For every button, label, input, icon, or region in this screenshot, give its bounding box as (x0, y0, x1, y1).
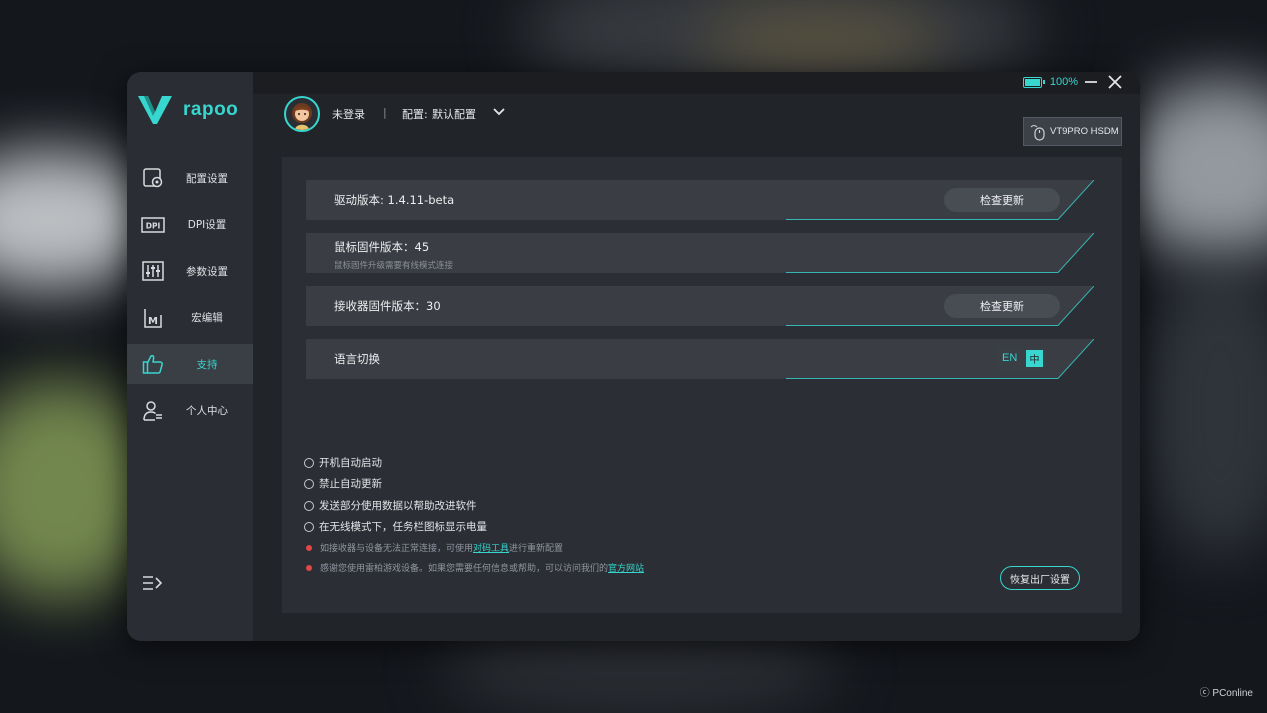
support-panel: 驱动版本: 1.4.11-beta 检查更新 鼠标固件版本：45 鼠标固件升级需… (282, 157, 1122, 613)
wireless-mouse-icon (1030, 124, 1045, 141)
thanks-note-text: 感谢您使用雷柏游戏设备。如果您需要任何信息或帮助，可以访问我们的官方网站 (320, 564, 645, 574)
login-link[interactable]: 未登录 (332, 106, 365, 122)
profile-label: 配置: (402, 108, 428, 121)
app-window: rapoo 配置设置 DPI DPI设置 参数设置 M 宏编辑 支持 个人中心 … (127, 72, 1140, 641)
receiver-check-update-button[interactable]: 检查更新 (944, 294, 1060, 318)
sidebar-nav: 配置设置 DPI DPI设置 参数设置 M 宏编辑 支持 个人中心 (127, 158, 253, 437)
mouse-firmware-hint: 鼠标固件升级需要有线模式连接 (334, 261, 454, 271)
option-send-usage-data[interactable]: 发送部分使用数据以帮助改进软件 (304, 498, 477, 513)
brand-name: rapoo (183, 99, 239, 120)
thumbs-up-icon (141, 352, 165, 376)
option-radio[interactable] (304, 500, 314, 511)
warning-dot-icon (306, 564, 312, 571)
title-bar: 100% (253, 72, 1140, 94)
language-row: 语言切换 EN 中 (306, 339, 1094, 379)
pairing-tool-link[interactable]: 对码工具 (473, 544, 509, 554)
option-label: 在无线模式下，任务栏图标显示电量 (319, 521, 487, 533)
option-radio[interactable] (304, 478, 314, 489)
avatar-girl-icon (292, 103, 312, 130)
sliders-icon (141, 259, 165, 283)
receiver-firmware-text: 接收器固件版本：30 (334, 299, 441, 313)
avatar[interactable] (284, 96, 320, 132)
logo: rapoo (137, 94, 238, 126)
battery-icon (1022, 76, 1045, 88)
driver-version-row: 驱动版本: 1.4.11-beta 检查更新 (306, 180, 1094, 220)
sidebar-item-parameters[interactable]: 参数设置 (127, 251, 253, 291)
language-label: 语言切换 (334, 352, 380, 366)
watermark: ⓒ PConline (1199, 688, 1253, 699)
sidebar: rapoo 配置设置 DPI DPI设置 参数设置 M 宏编辑 支持 个人中心 (127, 72, 253, 641)
device-selector[interactable]: VT9PRO HSDM (1023, 117, 1122, 146)
profile-settings-icon (141, 166, 165, 190)
sidebar-item-label: 参数设置 (186, 265, 228, 278)
dpi-icon: DPI (141, 213, 165, 237)
sidebar-item-personal-center[interactable]: 个人中心 (127, 391, 253, 431)
mouse-firmware-text: 鼠标固件版本：45 (334, 240, 430, 254)
option-label: 禁止自动更新 (319, 478, 382, 490)
profile-selector[interactable]: 默认配置 (432, 106, 476, 122)
option-label: 发送部分使用数据以帮助改进软件 (319, 500, 477, 512)
language-en-option[interactable]: EN (1002, 352, 1017, 364)
mouse-firmware-row: 鼠标固件版本：45 鼠标固件升级需要有线模式连接 (306, 233, 1094, 273)
v-logo-icon (138, 96, 172, 124)
sidebar-item-macro[interactable]: M 宏编辑 (127, 298, 253, 338)
svg-text:M: M (148, 316, 158, 327)
language-toggle[interactable]: EN 中 (996, 347, 1046, 371)
pairing-note: 如接收器与设备无法正常连接，可使用对码工具进行重新配置 (306, 541, 563, 554)
warning-dot-icon (306, 544, 312, 551)
battery-percentage: 100% (1049, 76, 1078, 88)
driver-check-update-button[interactable]: 检查更新 (944, 188, 1060, 212)
receiver-firmware-row: 接收器固件版本：30 检查更新 (306, 286, 1094, 326)
option-radio[interactable] (304, 521, 314, 532)
option-auto-start[interactable]: 开机自动启动 (304, 455, 382, 470)
sidebar-item-label: 支持 (196, 358, 218, 371)
menu-collapse-icon[interactable] (141, 573, 163, 593)
chevron-down-icon[interactable] (493, 107, 505, 117)
header: 未登录 | 配置: 默认配置 VT9PRO HSDM (253, 94, 1140, 154)
user-icon (141, 399, 165, 423)
option-tray-battery[interactable]: 在无线模式下，任务栏图标显示电量 (304, 519, 487, 534)
sidebar-item-label: DPI设置 (187, 219, 227, 231)
sidebar-item-support[interactable]: 支持 (127, 344, 253, 384)
thanks-note: 感谢您使用雷柏游戏设备。如果您需要任何信息或帮助，可以访问我们的官方网站 (306, 561, 644, 574)
language-zh-option[interactable]: 中 (1026, 350, 1043, 367)
device-name: VT9PRO HSDM (1050, 126, 1119, 137)
minimize-button[interactable] (1082, 73, 1100, 91)
svg-text:DPI: DPI (146, 221, 161, 230)
option-label: 开机自动启动 (319, 457, 382, 469)
driver-version-text: 驱动版本: 1.4.11-beta (334, 193, 455, 207)
macro-icon: M (141, 306, 165, 330)
pairing-note-text: 如接收器与设备无法正常连接，可使用对码工具进行重新配置 (320, 544, 564, 554)
option-disable-auto-update[interactable]: 禁止自动更新 (304, 476, 382, 491)
row-frame (306, 339, 1094, 379)
sidebar-item-label: 配置设置 (186, 172, 228, 185)
battery-indicator: 100% (1022, 76, 1078, 88)
official-website-link[interactable]: 官方网站 (608, 564, 644, 574)
factory-reset-button[interactable]: 恢复出厂设置 (1000, 566, 1080, 590)
sidebar-item-profile-settings[interactable]: 配置设置 (127, 158, 253, 198)
sidebar-item-label: 宏编辑 (191, 312, 223, 324)
sidebar-item-dpi[interactable]: DPI DPI设置 (127, 205, 253, 245)
header-separator: | (383, 106, 387, 119)
sidebar-item-label: 个人中心 (186, 405, 228, 417)
option-radio[interactable] (304, 457, 314, 468)
close-button[interactable] (1106, 73, 1124, 91)
